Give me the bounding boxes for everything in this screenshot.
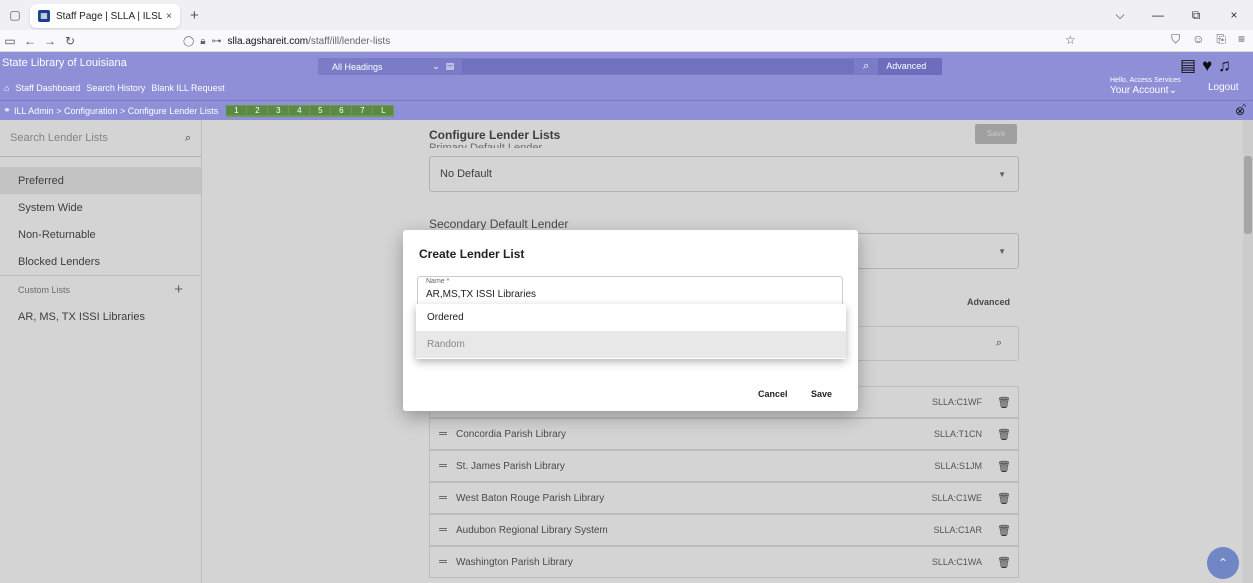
step-5[interactable]: 5 — [310, 106, 331, 115]
pocket-icon[interactable]: ⛉ — [1171, 32, 1180, 47]
database-icon[interactable]: ▤ — [446, 61, 462, 72]
catalog-search: All Headings ⌄ ▤ ⌕ Advanced — [318, 58, 943, 75]
breadcrumb-steps: 1 2 3 4 5 6 7 L — [226, 104, 395, 117]
url-bar[interactable]: ◯ 🔒︎ ⊶ slla.agshareit.com/staff/ill/lend… — [183, 32, 390, 50]
notifications-icon[interactable]: ▤ — [1180, 56, 1196, 76]
step-4[interactable]: 4 — [289, 106, 310, 115]
key-icon: ⊶ — [211, 35, 222, 47]
favicon-icon: ▦ — [38, 10, 50, 22]
lock-icon: 🔒︎ — [200, 35, 206, 47]
reload-icon[interactable]: ↻ — [60, 34, 80, 48]
search-history-link[interactable]: Search History — [86, 83, 145, 93]
name-field-label: Name * — [426, 278, 450, 285]
scroll-up-icon[interactable]: ^ — [1242, 102, 1246, 112]
dialog-title: Create Lender List — [419, 247, 525, 261]
forward-icon[interactable]: → — [40, 34, 60, 48]
header-nav: ⌂ Staff Dashboard Search History Blank I… — [4, 83, 225, 93]
tab-title: Staff Page | SLLA | ILSL | Auto- — [56, 10, 163, 22]
shield-icon: ◯ — [183, 35, 195, 47]
bell-icon[interactable]: ♫ — [1218, 56, 1231, 76]
step-7[interactable]: 7 — [352, 106, 373, 115]
scroll-to-top-button[interactable]: ⌃ — [1207, 547, 1239, 579]
blank-ill-request-link[interactable]: Blank ILL Request — [151, 83, 224, 93]
breadcrumb-path[interactable]: ILL Admin > Configuration > Configure Le… — [14, 106, 218, 116]
advanced-search-button[interactable]: Advanced — [878, 58, 943, 75]
browser-toolbar-icons: ⛉ ☺ ⎘ ≡ — [1171, 32, 1245, 47]
order-type-menu: Ordered Random — [416, 304, 846, 359]
tab-list-icon[interactable]: ⌵ — [1101, 8, 1139, 23]
header-icons: ▤ ♥ ♫ — [1180, 56, 1231, 76]
sidebar-toggle-icon[interactable]: ▭ — [0, 34, 20, 48]
tab-close-icon[interactable]: × — [166, 11, 172, 22]
window-controls: ⌵ — ⧉ × — [1101, 0, 1253, 30]
search-scope-select[interactable]: All Headings ⌄ — [318, 61, 446, 72]
chevron-down-icon: ⌄ — [432, 61, 440, 71]
minimize-button[interactable]: — — [1139, 8, 1177, 22]
bookmark-star-icon[interactable]: ☆ — [1065, 33, 1076, 47]
logout-button[interactable]: Logout — [1208, 82, 1239, 93]
browser-nav-bar: ▭ ← → ↻ ◯ 🔒︎ ⊶ slla.agshareit.com/staff/… — [0, 30, 1253, 52]
tab-overview-icon[interactable]: ▢ — [0, 8, 30, 22]
option-ordered[interactable]: Ordered — [416, 304, 846, 331]
step-3[interactable]: 3 — [268, 106, 289, 115]
search-icon[interactable]: ⌕ — [854, 60, 878, 73]
account-icon[interactable]: ☺ — [1192, 32, 1204, 47]
cancel-button[interactable]: Cancel — [758, 389, 788, 399]
name-field-value[interactable]: AR,MS,TX ISSI Libraries — [426, 289, 536, 300]
library-name[interactable]: State Library of Louisiana — [2, 57, 127, 69]
favorites-heart-icon[interactable]: ♥ — [1202, 56, 1212, 76]
maximize-button[interactable]: ⧉ — [1177, 8, 1215, 23]
breadcrumb: ⚭ ILL Admin > Configuration > Configure … — [0, 100, 1253, 120]
new-tab-button[interactable]: + — [190, 7, 199, 24]
option-random[interactable]: Random — [416, 331, 846, 358]
extensions-icon[interactable]: ⎘ — [1216, 32, 1226, 47]
browser-tab-bar: ▢ ▦ Staff Page | SLLA | ILSL | Auto- × +… — [0, 0, 1253, 30]
dialog-save-button[interactable]: Save — [811, 389, 832, 399]
name-field[interactable]: Name * AR,MS,TX ISSI Libraries — [417, 276, 843, 306]
staff-dashboard-link[interactable]: Staff Dashboard — [15, 83, 80, 93]
step-l[interactable]: L — [373, 106, 394, 115]
search-input[interactable] — [461, 59, 855, 74]
home-icon[interactable]: ⌂ — [4, 83, 9, 93]
browser-tab[interactable]: ▦ Staff Page | SLLA | ILSL | Auto- × — [30, 4, 180, 28]
step-6[interactable]: 6 — [331, 106, 352, 115]
account-menu[interactable]: Your Account⌄ — [1110, 85, 1177, 96]
step-2[interactable]: 2 — [247, 106, 268, 115]
greeting: Hello, Access Services — [1110, 77, 1181, 84]
step-1[interactable]: 1 — [226, 106, 247, 115]
app-header: State Library of Louisiana ⌂ Staff Dashb… — [0, 52, 1253, 100]
url-text: slla.agshareit.com/staff/ill/lender-list… — [227, 35, 391, 47]
link-icon: ⚭ — [3, 105, 11, 115]
menu-icon[interactable]: ≡ — [1238, 32, 1245, 47]
back-icon[interactable]: ← — [20, 34, 40, 48]
close-window-button[interactable]: × — [1215, 8, 1253, 22]
